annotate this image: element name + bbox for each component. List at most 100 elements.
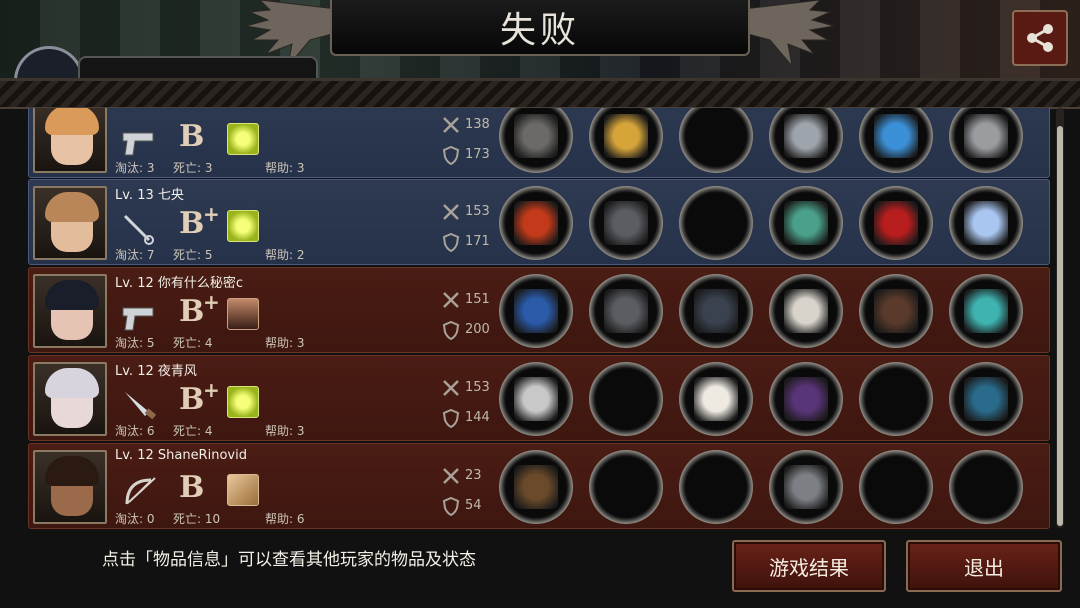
attack-icon — [443, 380, 459, 396]
deaths-stat: 死亡: 3 — [173, 161, 213, 175]
red-heels-icon — [874, 201, 918, 245]
player-row[interactable]: Lv. 13 七央 B + 淘汰: 7 死亡: 5 帮助: 2 153 171 — [28, 179, 1050, 265]
equipment-slot[interactable] — [679, 108, 753, 173]
equipment-slot[interactable] — [769, 108, 843, 173]
equipment-slot[interactable] — [859, 108, 933, 173]
share-icon — [1027, 24, 1053, 52]
player-name: Lv. 12 夜青风 — [115, 364, 197, 379]
blue-shoes-icon — [874, 114, 918, 158]
equipment-slot[interactable] — [589, 450, 663, 524]
player-row[interactable]: B 淘汰: 3 死亡: 3 帮助: 3 138 173 — [28, 108, 1050, 178]
equipment-slot[interactable] — [499, 450, 573, 524]
equipment-slot[interactable] — [949, 362, 1023, 436]
steel-shield-icon — [784, 465, 828, 509]
page-title: 失败 — [499, 10, 580, 51]
equipment-slot[interactable] — [679, 362, 753, 436]
equipment-slot[interactable] — [949, 108, 1023, 173]
player-portrait[interactable] — [33, 450, 107, 524]
grade-letter: B — [179, 206, 205, 241]
equipment-slot[interactable] — [589, 108, 663, 173]
attack-icon — [443, 468, 459, 484]
ice-crystal-icon — [964, 201, 1008, 245]
title-banner: 失败 — [330, 0, 750, 56]
crown-icon — [604, 114, 648, 158]
equipment-slot[interactable] — [859, 362, 933, 436]
fire-spear-icon — [514, 201, 558, 245]
defense-value: 171 — [465, 234, 490, 249]
defense-icon — [442, 145, 460, 165]
deaths-stat: 死亡: 4 — [173, 424, 213, 438]
player-name: Lv. 12 你有什么秘密c — [115, 276, 244, 291]
player-row[interactable]: Lv. 12 夜青风 B + 淘汰: 6 死亡: 4 帮助: 3 153 144 — [28, 355, 1050, 441]
pistol-icon — [122, 307, 154, 331]
scrollbar-thumb[interactable] — [1057, 126, 1063, 526]
green-gem-icon[interactable] — [227, 123, 259, 155]
assists-stat: 帮助: 3 — [265, 424, 305, 438]
equipment-slot[interactable] — [769, 274, 843, 348]
equipment-slot[interactable] — [589, 274, 663, 348]
minigun-icon — [514, 114, 558, 158]
portrait-hair — [45, 108, 99, 135]
skull-helmet-icon — [604, 201, 648, 245]
player-portrait[interactable] — [33, 274, 107, 348]
game-result-button[interactable]: 游戏结果 — [732, 540, 886, 592]
share-button[interactable] — [1012, 10, 1068, 66]
player-portrait[interactable] — [33, 362, 107, 436]
scythe-icon — [514, 377, 558, 421]
portrait-hair — [45, 368, 99, 398]
portrait-hair — [45, 280, 99, 310]
player-portrait[interactable] — [33, 186, 107, 260]
pistol-icon — [122, 132, 154, 156]
equipment-slot[interactable] — [859, 274, 933, 348]
portrait-small-icon[interactable] — [227, 298, 259, 330]
equipment-slot[interactable] — [859, 186, 933, 260]
kills-stat: 淘汰: 3 — [115, 161, 155, 175]
equipment-slot[interactable] — [949, 450, 1023, 524]
attack-icon — [443, 292, 459, 308]
grade-letter: B — [179, 470, 205, 505]
player-row[interactable]: Lv. 12 你有什么秘密c B + 淘汰: 5 死亡: 4 帮助: 3 151 200 — [28, 267, 1050, 353]
green-gem-icon[interactable] — [227, 386, 259, 418]
equipment-slot[interactable] — [949, 274, 1023, 348]
equipment-slot[interactable] — [499, 274, 573, 348]
equipment-slot[interactable] — [769, 362, 843, 436]
equipment-slot[interactable] — [499, 186, 573, 260]
dragon-eye-icon — [964, 289, 1008, 333]
assists-stat: 帮助: 2 — [265, 248, 305, 262]
map-icon[interactable] — [227, 474, 259, 506]
player-name: Lv. 12 ShaneRinovid — [115, 448, 247, 463]
grade-plus: + — [203, 378, 220, 402]
green-gem-icon[interactable] — [227, 210, 259, 242]
player-list[interactable]: B 淘汰: 3 死亡: 3 帮助: 3 138 173 Lv. 13 七央 B + 淘汰: … — [28, 108, 1050, 530]
skull-helmet-icon — [604, 289, 648, 333]
defense-icon — [442, 232, 460, 252]
assists-stat: 帮助: 3 — [265, 161, 305, 175]
equipment-slot[interactable] — [949, 186, 1023, 260]
attack-value: 153 — [465, 204, 490, 219]
equipment-slot[interactable] — [589, 362, 663, 436]
equipment-slot[interactable] — [769, 450, 843, 524]
equipment-slot[interactable] — [499, 362, 573, 436]
kills-stat: 淘汰: 0 — [115, 512, 155, 526]
player-row[interactable]: Lv. 12 ShaneRinovid B 淘汰: 0 死亡: 10 帮助: 6 23 … — [28, 443, 1050, 529]
equipment-slot[interactable] — [589, 186, 663, 260]
scrollbar[interactable] — [1056, 108, 1064, 528]
blue-rifle-icon — [514, 289, 558, 333]
feather-blade-icon — [784, 289, 828, 333]
equipment-slot[interactable] — [859, 450, 933, 524]
dark-armor-icon — [694, 289, 738, 333]
equipment-slot[interactable] — [679, 186, 753, 260]
exit-button[interactable]: 退出 — [906, 540, 1062, 592]
defense-value: 54 — [465, 498, 482, 513]
player-portrait[interactable] — [33, 108, 107, 173]
bow-icon — [514, 465, 558, 509]
equipment-slot[interactable] — [679, 274, 753, 348]
equipment-slot[interactable] — [769, 186, 843, 260]
attack-value: 138 — [465, 117, 490, 132]
assists-stat: 帮助: 3 — [265, 336, 305, 350]
spiked-armor-icon — [784, 114, 828, 158]
equipment-slot[interactable] — [499, 108, 573, 173]
deaths-stat: 死亡: 4 — [173, 336, 213, 350]
equipment-slot[interactable] — [679, 450, 753, 524]
boots-icon — [874, 289, 918, 333]
